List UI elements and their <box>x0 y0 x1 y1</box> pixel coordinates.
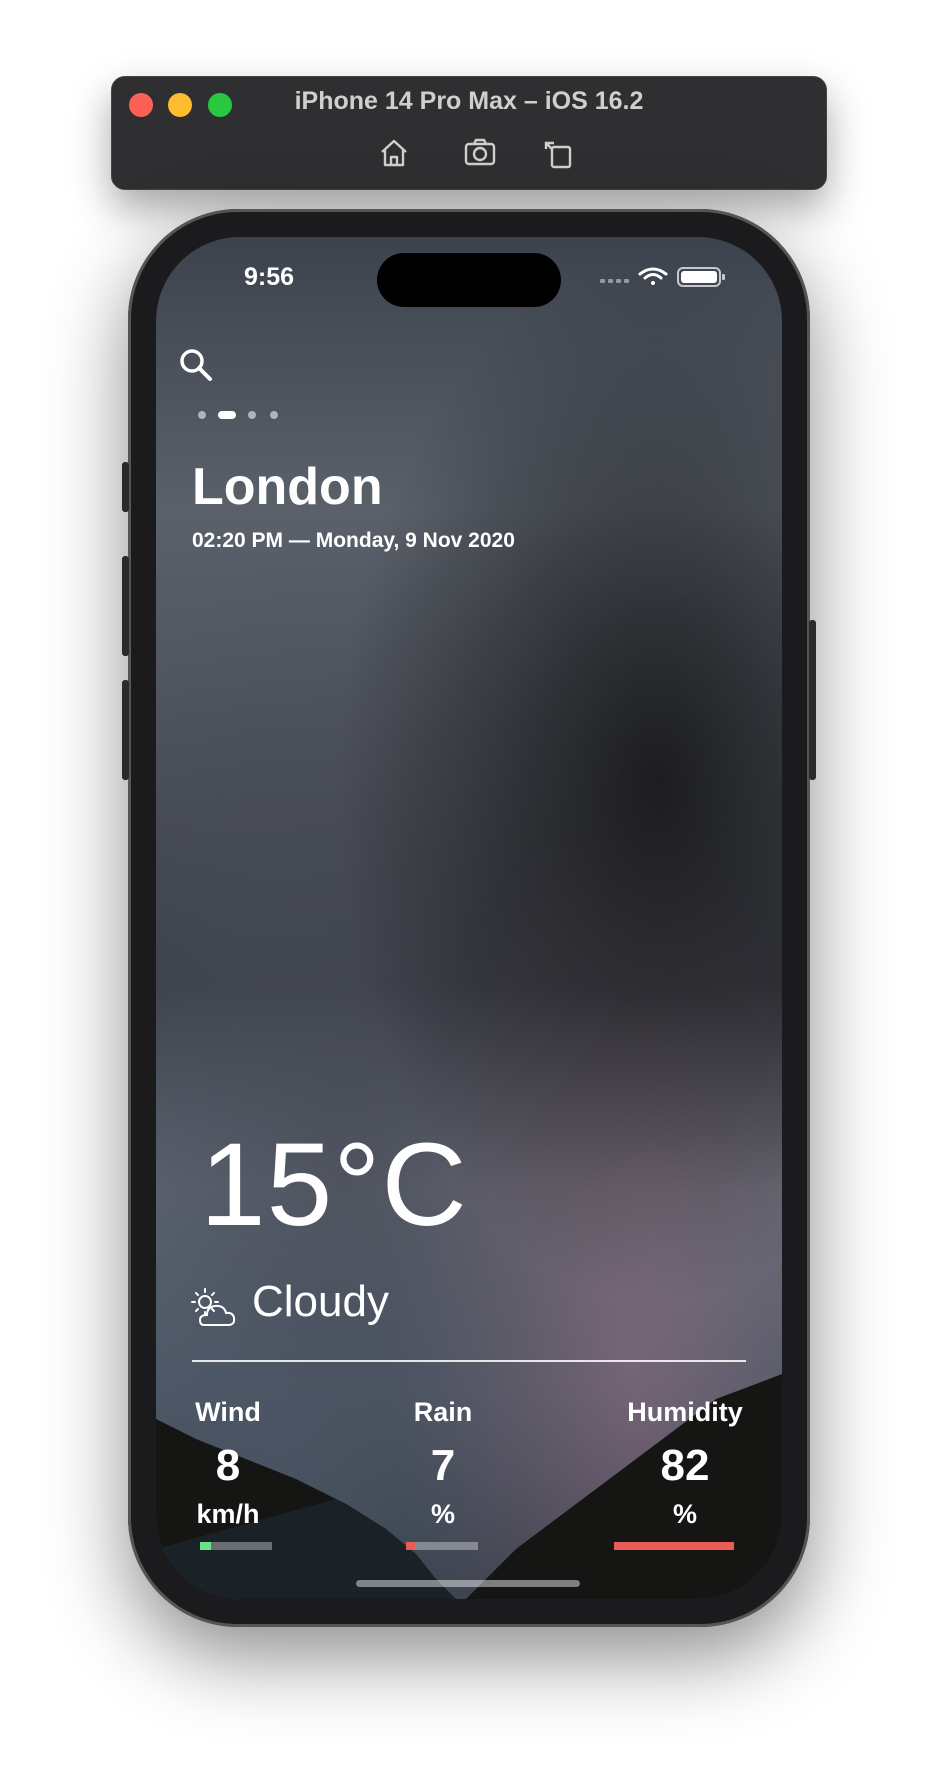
wind-level-fill <box>200 1542 211 1550</box>
cellular-icon <box>600 279 629 283</box>
app-screen: 9:56 London 02:20 PM — Monday, 9 Nov 202… <box>156 237 782 1599</box>
wind-stat: Wind 8 km/h <box>158 1397 298 1535</box>
action-button <box>122 462 129 512</box>
volume-down-button <box>122 680 129 780</box>
condition-label: Cloudy <box>252 1277 389 1326</box>
partly-cloudy-icon <box>190 1287 236 1331</box>
rain-level-fill <box>406 1542 415 1550</box>
city-name: London <box>192 458 383 516</box>
stat-value: 8 <box>215 1441 241 1490</box>
battery-icon <box>677 267 725 287</box>
rain-stat: Rain 7 % <box>373 1397 513 1535</box>
stat-label: Wind <box>195 1397 261 1427</box>
status-icons <box>600 265 730 289</box>
rain-level-bar <box>406 1542 478 1550</box>
stat-unit: % <box>430 1499 455 1529</box>
dynamic-island <box>377 253 561 307</box>
stat-label: Humidity <box>627 1397 743 1427</box>
page-dot[interactable] <box>198 411 206 419</box>
date-time: 02:20 PM — Monday, 9 Nov 2020 <box>192 529 515 552</box>
temperature: 15°C <box>200 1119 468 1251</box>
volume-up-button <box>122 556 129 656</box>
stat-label: Rain <box>413 1397 473 1427</box>
wind-level-bar <box>200 1542 272 1550</box>
search-icon[interactable] <box>178 347 214 383</box>
divider <box>192 1360 746 1362</box>
stat-unit: % <box>672 1499 697 1529</box>
wifi-icon <box>638 267 668 285</box>
stat-value: 7 <box>430 1441 456 1490</box>
stat-unit: km/h <box>196 1499 260 1529</box>
power-button <box>809 620 816 780</box>
humidity-level-bar <box>614 1542 734 1550</box>
simulator-toolbar: iPhone 14 Pro Max – iOS 16.2 <box>111 76 827 190</box>
stat-value: 82 <box>660 1441 710 1490</box>
home-indicator[interactable] <box>356 1580 580 1587</box>
page-dot[interactable] <box>248 411 256 419</box>
page-dot[interactable] <box>270 411 278 419</box>
humidity-level-fill <box>614 1542 734 1550</box>
rotate-icon[interactable] <box>540 135 576 171</box>
page-dot-active[interactable] <box>218 411 236 419</box>
screenshot-icon[interactable] <box>462 135 498 171</box>
home-icon[interactable] <box>376 135 412 171</box>
simulator-title: iPhone 14 Pro Max – iOS 16.2 <box>294 87 644 115</box>
status-time: 9:56 <box>244 263 295 291</box>
humidity-stat: Humidity 82 % <box>605 1397 765 1535</box>
